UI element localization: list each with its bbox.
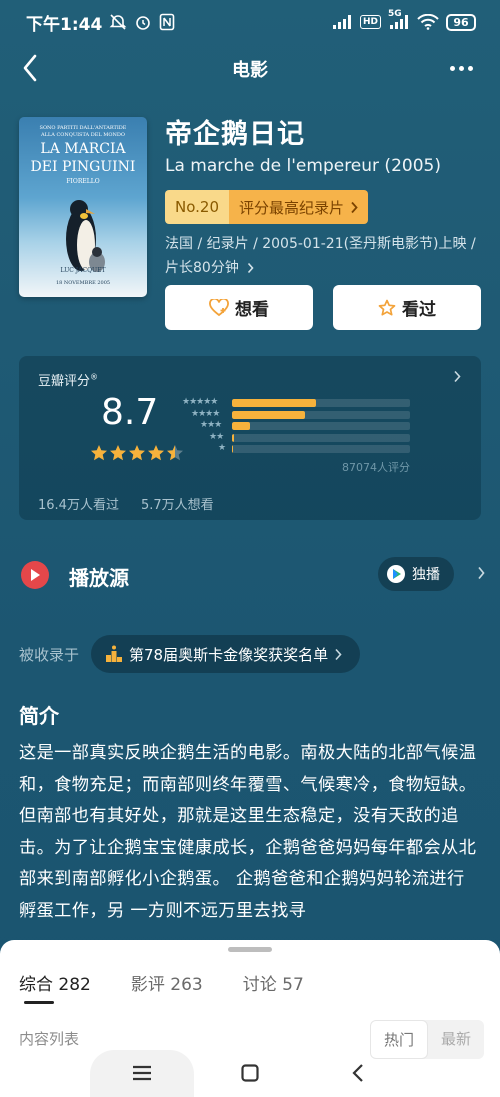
distribution-bar xyxy=(232,445,234,453)
page-title: 电影 xyxy=(232,60,268,81)
signal-5g-icon: 5G xyxy=(388,9,410,29)
meta-line-1: 法国 / 纪录片 / 2005-01-21(圣丹斯电影节)上映 / xyxy=(165,236,476,252)
mute-icon xyxy=(109,13,127,31)
distribution-track xyxy=(232,445,410,453)
movie-poster[interactable]: SONO PARTITI DALL'ANTARTIDE ALLA CONQUIS… xyxy=(19,117,147,297)
rating-stars xyxy=(90,444,184,462)
alarm-icon xyxy=(134,13,152,31)
watched-button[interactable]: 看过 xyxy=(333,285,481,330)
play-source-row[interactable]: 播放源 独播 xyxy=(19,555,489,595)
status-bar: 下午1:44 HD 5G 96 xyxy=(0,0,500,44)
distribution-track xyxy=(232,410,410,419)
distribution-stars: ★★★★ xyxy=(191,408,220,419)
poster-credit: FIORELLO xyxy=(66,178,100,185)
more-dot-icon xyxy=(458,65,464,71)
hd-badge: HD xyxy=(359,15,381,29)
more-dot-icon xyxy=(449,65,455,71)
want-count: 5.7万人想看 xyxy=(140,498,214,513)
chevron-right-icon xyxy=(351,201,358,213)
menu-button[interactable] xyxy=(124,1060,160,1086)
distribution-bar xyxy=(232,422,250,430)
rating-distribution: ★★★★★ ★★★★ ★★★ ★★ ★ xyxy=(179,397,411,456)
wifi-icon xyxy=(417,14,439,30)
distribution-track xyxy=(232,422,410,430)
chevron-right-icon xyxy=(335,648,342,660)
synopsis-title: 简介 xyxy=(19,704,59,728)
rating-title: 豆瓣评分® xyxy=(38,372,99,389)
want-label: 想看 xyxy=(235,300,269,320)
home-button[interactable] xyxy=(232,1060,268,1086)
rank-label: 评分最高纪录片 xyxy=(229,190,369,224)
star-outline-icon xyxy=(378,299,396,316)
video-platform-icon xyxy=(387,565,405,583)
watched-label: 看过 xyxy=(402,300,436,320)
want-to-watch-button[interactable]: 想看 xyxy=(165,285,313,330)
more-menu-button[interactable] xyxy=(444,56,478,80)
distribution-track xyxy=(232,399,410,407)
rating-star-icon xyxy=(110,445,126,461)
tab-discussion[interactable]: 讨论 57 xyxy=(243,970,304,995)
distribution-bar xyxy=(232,399,316,407)
tab-reviews[interactable]: 影评 263 xyxy=(131,970,203,995)
synopsis-text[interactable]: 这是一部真实反映企鹅生活的电影。南极大陆的北部气候温和，食物充足；而南部则终年覆… xyxy=(19,738,481,927)
distribution-bar xyxy=(232,433,234,442)
award-list-chip[interactable]: 第78届奥斯卡金像奖获奖名单 xyxy=(91,635,361,673)
signal-icon xyxy=(332,15,353,29)
penguin-illustration xyxy=(66,200,105,272)
distribution-row: ★ xyxy=(179,443,411,456)
rating-footer: 16.4万人看过 5.7万人想看 xyxy=(38,494,214,513)
distribution-row: ★★ xyxy=(179,431,411,445)
rating-card[interactable]: 豆瓣评分® 8.7 ★★★★★ ★★★★ ★★★ ★★ ★ 87074人评分 16.4万… xyxy=(19,356,481,520)
more-dot-icon xyxy=(467,65,473,71)
rating-star-icon xyxy=(91,445,107,461)
rating-score: 8.7 xyxy=(101,392,159,433)
nfc-icon xyxy=(159,13,175,31)
collected-in-row: 被收录于 第78届奥斯卡金像奖获奖名单 xyxy=(19,634,361,674)
poster-tagline-2: ALLA CONQUISTA DEL MONDO xyxy=(41,132,125,138)
collected-in-label: 被收录于 xyxy=(19,645,80,664)
play-source-label: 播放源 xyxy=(69,566,129,590)
distribution-bar xyxy=(232,410,305,419)
menu-icon xyxy=(133,1065,151,1081)
distribution-track xyxy=(232,433,410,442)
poster-date: 18 NOVEMBRE 2005 xyxy=(55,280,111,286)
poster-title-a: LA MARCIA xyxy=(40,141,126,157)
rating-count: 87074人评分 xyxy=(342,461,410,474)
system-nav-bar xyxy=(0,1050,500,1097)
heart-plus-icon xyxy=(209,298,229,316)
poster-title-b: DEI PINGUINI xyxy=(30,159,136,175)
nav-back-button[interactable] xyxy=(340,1060,376,1086)
movie-original-title: La marche de l'empereur (2005) xyxy=(165,156,441,176)
chevron-right-icon xyxy=(454,370,461,383)
watched-count: 16.4万人看过 xyxy=(38,498,119,513)
poster-director: LUC JACQUET xyxy=(60,267,106,274)
poster-tagline-1: SONO PARTITI DALL'ANTARTIDE xyxy=(39,125,127,131)
distribution-stars: ★★★★★ xyxy=(182,397,218,407)
battery-icon: 96 xyxy=(446,13,476,31)
meta-line-2: 片长80分钟 xyxy=(165,260,239,276)
movie-info: 帝企鹅日记 La marche de l'empereur (2005) xyxy=(165,116,485,176)
play-icon xyxy=(21,561,49,589)
top-app-bar: 电影 xyxy=(0,44,500,92)
chevron-left-icon xyxy=(352,1064,363,1082)
distribution-stars: ★★★ xyxy=(200,420,222,430)
reviews-tabs: 综合 282 影评 263 讨论 57 xyxy=(19,970,304,1004)
trophy-podium-icon xyxy=(106,645,123,662)
drag-handle[interactable] xyxy=(228,947,272,952)
movie-meta[interactable]: 法国 / 纪录片 / 2005-01-21(圣丹斯电影节)上映 / 片长80分钟 xyxy=(165,232,490,280)
home-square-icon xyxy=(241,1064,259,1082)
exclusive-badge[interactable]: 独播 xyxy=(378,557,454,591)
clock: 下午1:44 xyxy=(26,14,103,35)
chevron-right-icon xyxy=(478,566,485,580)
rating-star-icon xyxy=(148,445,164,461)
chevron-right-icon xyxy=(247,262,254,274)
content-list-label: 内容列表 xyxy=(19,1030,80,1048)
distribution-stars: ★★ xyxy=(209,431,224,442)
rating-star-icon xyxy=(129,445,145,461)
tab-overall[interactable]: 综合 282 xyxy=(19,970,91,1004)
ranking-badge[interactable]: No.20 评分最高纪录片 xyxy=(165,190,369,224)
rank-number: No.20 xyxy=(165,190,229,224)
distribution-stars: ★ xyxy=(218,443,226,453)
movie-title: 帝企鹅日记 xyxy=(165,119,305,150)
